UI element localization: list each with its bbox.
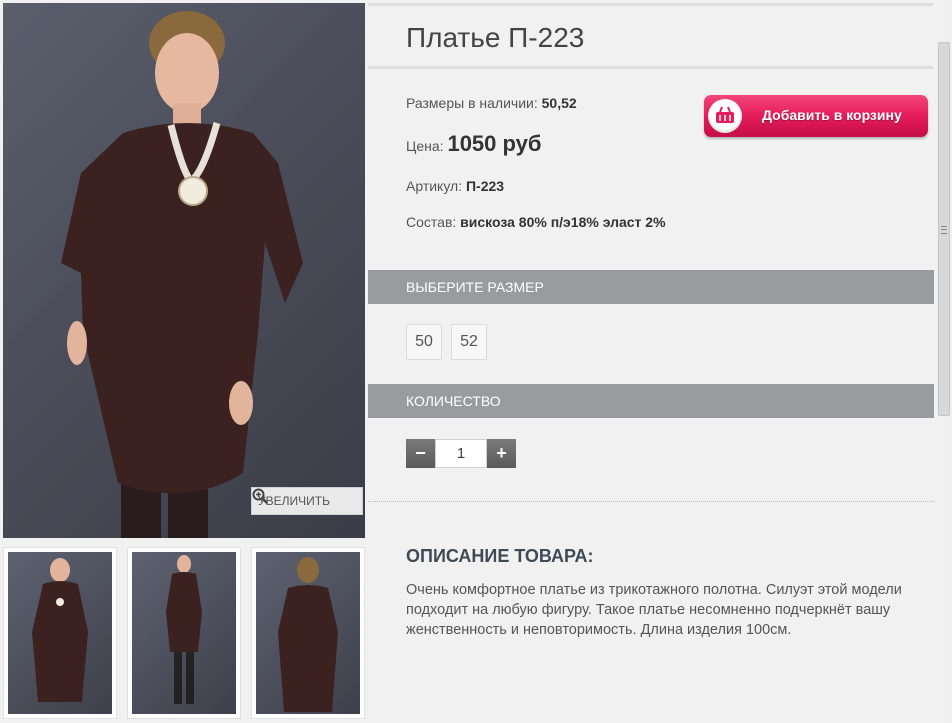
product-title-bar: Платье П-223 — [368, 3, 933, 69]
article-label: Артикул: — [406, 178, 463, 194]
size-option-52[interactable]: 52 — [451, 324, 487, 360]
add-to-cart-label: Добавить в корзину — [762, 107, 902, 123]
scrollbar-grip-icon — [941, 226, 947, 234]
quantity-section-header: КОЛИЧЕСТВО — [368, 384, 934, 418]
sizes-available: Размеры в наличии: 50,52 — [406, 95, 577, 111]
price-value: 1050 руб — [447, 131, 542, 156]
model-in-dress-image — [61, 11, 303, 538]
quantity-decrease-button[interactable]: − — [406, 439, 435, 468]
magnifier-plus-icon — [252, 488, 268, 504]
article-value: П-223 — [465, 178, 505, 194]
description-title: ОПИСАНИЕ ТОВАРА: — [406, 546, 594, 566]
product-main-photo[interactable]: УВЕЛИЧИТЬ — [3, 3, 365, 538]
thumbnail-full-length-image — [166, 555, 202, 704]
thumbnail-strip — [3, 547, 365, 723]
add-to-cart-button[interactable]: Добавить в корзину — [704, 95, 928, 137]
price-label: Цена: — [406, 138, 444, 154]
section-divider — [368, 501, 934, 502]
composition-label: Состав: — [406, 214, 457, 230]
zoom-button[interactable]: УВЕЛИЧИТЬ — [251, 487, 363, 515]
zoom-button-label: УВЕЛИЧИТЬ — [258, 494, 330, 508]
sizes-available-label: Размеры в наличии: — [406, 95, 538, 111]
composition-value: вискоза 80% п/э18% эласт 2% — [460, 214, 666, 230]
size-option-50[interactable]: 50 — [406, 324, 442, 360]
thumbnail-back[interactable] — [251, 547, 365, 719]
quantity-increase-button[interactable]: + — [487, 439, 516, 468]
thumbnail-back-image — [278, 557, 338, 712]
size-section-header: ВЫБЕРИТЕ РАЗМЕР — [368, 270, 934, 304]
quantity-stepper: − + — [406, 439, 516, 468]
basket-icon — [716, 106, 734, 123]
cart-icon-circle — [708, 99, 742, 133]
page-scrollbar[interactable] — [937, 0, 952, 723]
thumbnail-full-length[interactable] — [127, 547, 241, 719]
quantity-input[interactable] — [435, 439, 487, 468]
description-text: Очень комфортное платье из трикотажного … — [406, 582, 902, 638]
thumbnail-front[interactable] — [3, 547, 117, 719]
price: Цена: 1050 руб — [406, 131, 541, 157]
article: Артикул: П-223 — [406, 178, 504, 194]
scrollbar-thumb[interactable] — [938, 42, 950, 416]
product-title: Платье П-223 — [406, 22, 585, 53]
thumbnail-front-image — [32, 558, 88, 702]
composition: Состав: вискоза 80% п/э18% эласт 2% — [406, 213, 696, 232]
sizes-available-value: 50,52 — [541, 95, 577, 111]
